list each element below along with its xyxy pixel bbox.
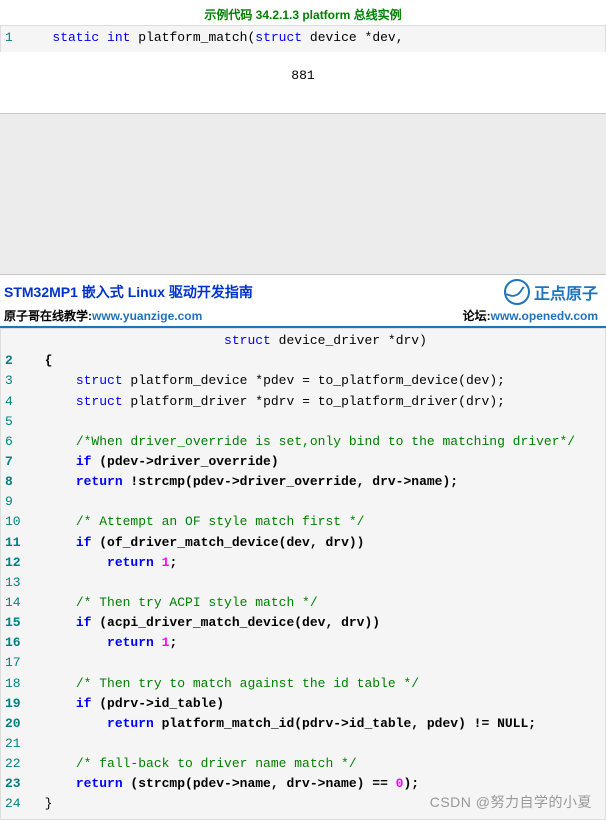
code-line: 17 (1, 653, 605, 673)
page-header: STM32MP1 嵌入式 Linux 驱动开发指南 正点原子 (0, 275, 606, 305)
code-text (29, 653, 605, 673)
code-text: struct device_driver *drv) (29, 331, 605, 351)
code-block-main: struct device_driver *drv)2 {3 struct pl… (0, 328, 606, 819)
line-number: 2 (1, 351, 29, 371)
line-number: 18 (1, 674, 29, 694)
line-number: 4 (1, 392, 29, 412)
page-subheader: 原子哥在线教学:www.yuanzige.com 论坛:www.openedv.… (0, 305, 606, 328)
line-number: 7 (1, 452, 29, 472)
line-number: 9 (1, 492, 29, 512)
code-line: struct device_driver *drv) (1, 331, 605, 351)
code-line: 16 return 1; (1, 633, 605, 653)
subheader-left-url: www.yuanzige.com (92, 309, 202, 323)
code-line: 23 return (strcmp(pdev->name, drv->name)… (1, 774, 605, 794)
code-text: if (of_driver_match_device(dev, drv)) (29, 533, 605, 553)
code-line: 4 struct platform_driver *pdrv = to_plat… (1, 392, 605, 412)
line-number: 23 (1, 774, 29, 794)
code-text: /*When driver_override is set,only bind … (29, 432, 605, 452)
code-line: 8 return !strcmp(pdev->driver_override, … (1, 472, 605, 492)
code-line: 19 if (pdrv->id_table) (1, 694, 605, 714)
code-text: return (strcmp(pdev->name, drv->name) ==… (29, 774, 605, 794)
code-line: 21 (1, 734, 605, 754)
line-number: 24 (1, 794, 29, 814)
code-line: 14 /* Then try ACPI style match */ (1, 593, 605, 613)
code-text: return platform_match_id(pdrv->id_table,… (29, 714, 605, 734)
brand: 正点原子 (504, 279, 598, 305)
code-text: /* Then try ACPI style match */ (29, 593, 605, 613)
code-text: if (pdrv->id_table) (29, 694, 605, 714)
code-text: if (acpi_driver_match_device(dev, drv)) (29, 613, 605, 633)
line-number: 15 (1, 613, 29, 633)
code-line: 1 static int platform_match(struct devic… (1, 28, 605, 48)
code-line: 11 if (of_driver_match_device(dev, drv)) (1, 533, 605, 553)
line-number: 5 (1, 412, 29, 432)
subheader-right-url: www.openedv.com (491, 309, 598, 323)
code-line: 6 /*When driver_override is set,only bin… (1, 432, 605, 452)
code-line: 7 if (pdev->driver_override) (1, 452, 605, 472)
line-number: 8 (1, 472, 29, 492)
subheader-left: 原子哥在线教学:www.yuanzige.com (4, 307, 202, 324)
line-number: 12 (1, 553, 29, 573)
line-number: 6 (1, 432, 29, 452)
code-text: return !strcmp(pdev->driver_override, dr… (29, 472, 605, 492)
code-text: struct platform_device *pdev = to_platfo… (29, 371, 605, 391)
code-text: static int platform_match(struct device … (29, 28, 605, 48)
code-text: return 1; (29, 553, 605, 573)
code-text (29, 492, 605, 512)
code-caption: 示例代码 34.2.1.3 platform 总线实例 (0, 0, 606, 25)
page-break-gap (0, 113, 606, 275)
code-text: return 1; (29, 633, 605, 653)
code-line: 12 return 1; (1, 553, 605, 573)
brand-text: 正点原子 (534, 280, 598, 304)
code-line: 9 (1, 492, 605, 512)
line-number (1, 331, 29, 351)
line-number: 16 (1, 633, 29, 653)
line-number: 13 (1, 573, 29, 593)
subheader-left-label: 原子哥在线教学: (4, 309, 92, 323)
code-line: 10 /* Attempt an OF style match first */ (1, 512, 605, 532)
code-line: 5 (1, 412, 605, 432)
code-text (29, 573, 605, 593)
code-line: 24 } (1, 794, 605, 814)
line-number: 17 (1, 653, 29, 673)
code-line: 22 /* fall-back to driver name match */ (1, 754, 605, 774)
code-line: 15 if (acpi_driver_match_device(dev, drv… (1, 613, 605, 633)
code-line: 13 (1, 573, 605, 593)
subheader-right-label: 论坛: (463, 309, 491, 323)
code-text: /* Attempt an OF style match first */ (29, 512, 605, 532)
code-line: 20 return platform_match_id(pdrv->id_tab… (1, 714, 605, 734)
code-text (29, 734, 605, 754)
code-line: 18 /* Then try to match against the id t… (1, 674, 605, 694)
code-text: struct platform_driver *pdrv = to_platfo… (29, 392, 605, 412)
code-text: } (29, 794, 605, 814)
line-number: 21 (1, 734, 29, 754)
code-text: if (pdev->driver_override) (29, 452, 605, 472)
line-number: 3 (1, 371, 29, 391)
code-text: { (29, 351, 605, 371)
line-number: 22 (1, 754, 29, 774)
line-number: 11 (1, 533, 29, 553)
code-line: 2 { (1, 351, 605, 371)
subheader-right: 论坛:www.openedv.com (463, 307, 598, 324)
line-number: 20 (1, 714, 29, 734)
brand-logo-icon (504, 279, 530, 305)
code-text: /* fall-back to driver name match */ (29, 754, 605, 774)
line-number: 14 (1, 593, 29, 613)
line-number: 19 (1, 694, 29, 714)
code-text (29, 412, 605, 432)
code-block-top: 1 static int platform_match(struct devic… (0, 25, 606, 52)
code-line: 3 struct platform_device *pdev = to_plat… (1, 371, 605, 391)
doc-title: STM32MP1 嵌入式 Linux 驱动开发指南 (4, 282, 253, 302)
line-number: 1 (1, 28, 29, 48)
line-number: 10 (1, 512, 29, 532)
code-text: /* Then try to match against the id tabl… (29, 674, 605, 694)
